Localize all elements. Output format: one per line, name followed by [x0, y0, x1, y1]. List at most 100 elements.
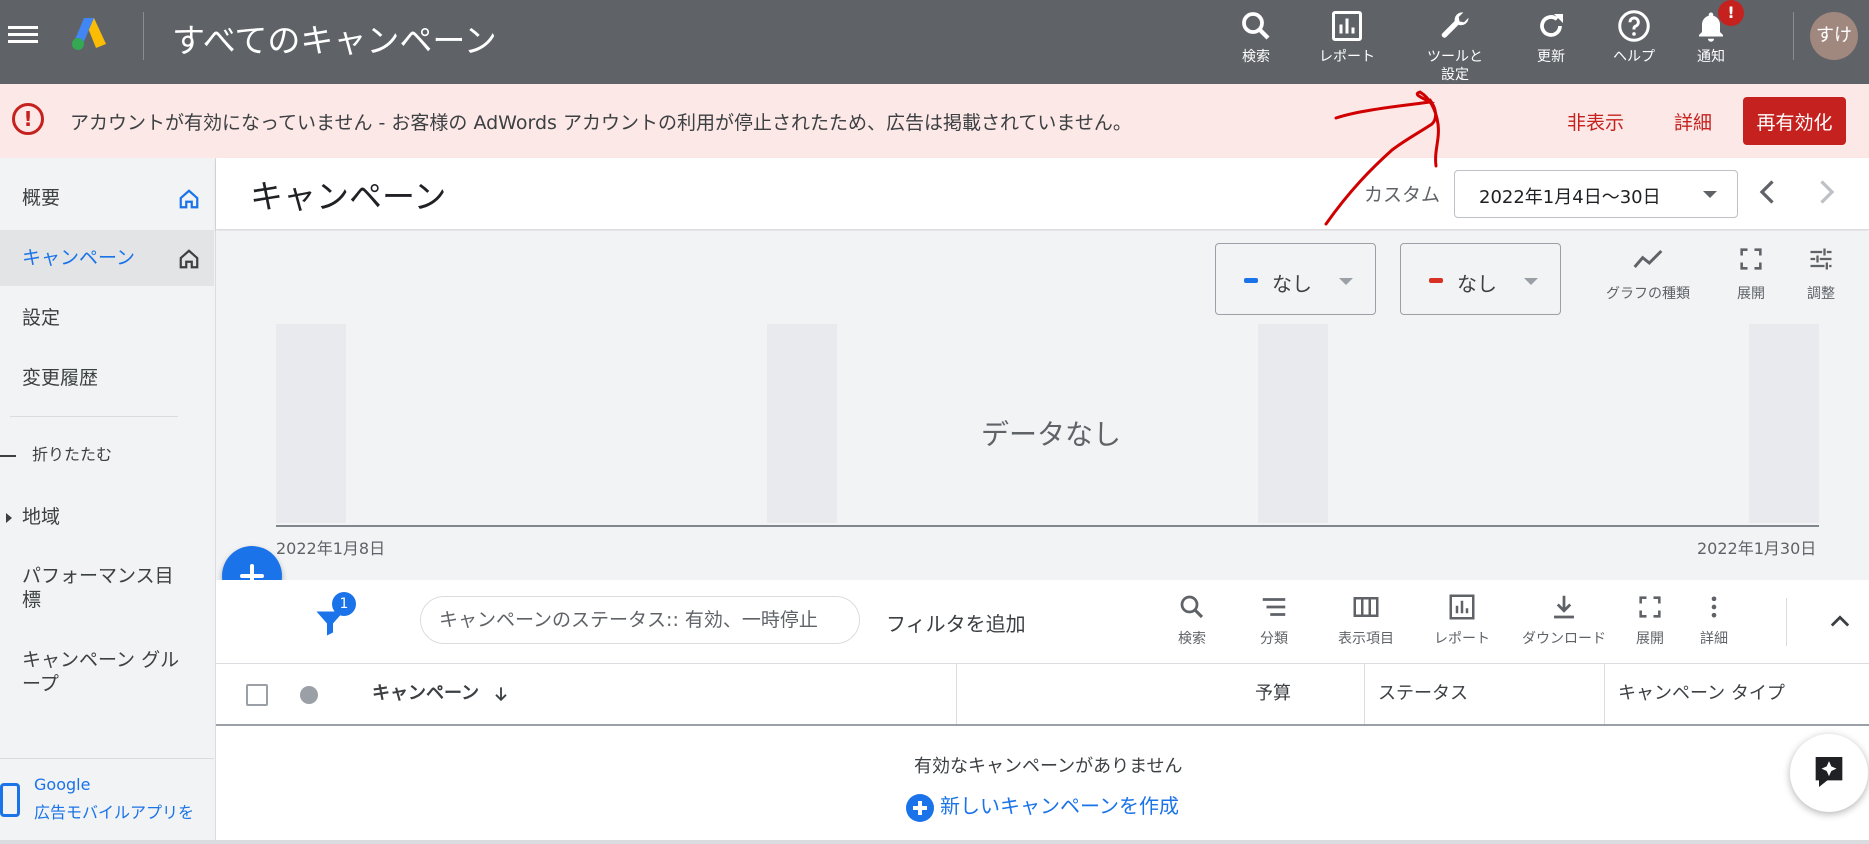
sidebar-item-campaigns[interactable]: キャンペーン	[0, 230, 214, 286]
create-campaign-link[interactable]: 新しいキャンペーンを作成	[906, 790, 1179, 822]
mobile-app-promo[interactable]: Google 広告モバイルアプリを	[0, 758, 214, 822]
avatar[interactable]: すけ	[1810, 12, 1858, 60]
arrow-down-icon	[495, 687, 508, 702]
metric2-swatch	[1429, 278, 1443, 283]
sidebar-item-label: 設定	[22, 307, 61, 329]
column-header-campaign[interactable]: キャンペーン	[372, 664, 511, 724]
chart-type-button[interactable]: グラフの種類	[1600, 245, 1696, 303]
column-header-campaign-type[interactable]: キャンペーン タイプ	[1618, 664, 1785, 724]
wrench-icon	[1441, 12, 1469, 38]
home-icon	[179, 249, 199, 269]
sidebar-item-settings[interactable]: 設定	[0, 290, 214, 346]
metric2-label: なし	[1457, 272, 1497, 296]
sidebar-item-campaign-groups[interactable]: キャンペーン グループ	[22, 648, 192, 696]
previous-period-icon[interactable]	[1750, 174, 1786, 210]
help-icon	[1618, 10, 1650, 42]
add-filter-button[interactable]: フィルタを追加	[886, 608, 1026, 637]
chart-adjust-button[interactable]: 調整	[1796, 245, 1846, 303]
top-app-bar: すべてのキャンペーン 検索 レポート ツールと 設定 更新 ヘルプ ! 通知 す…	[0, 0, 1869, 84]
sidebar-divider	[10, 416, 178, 417]
table-search-label: 検索	[1178, 631, 1206, 647]
table-expand-label: 展開	[1636, 631, 1664, 647]
segment-button[interactable]: 分類	[1244, 592, 1304, 648]
sidebar-item-performance-goals[interactable]: パフォーマンス目標	[22, 564, 192, 612]
mobile-app-line1: Google	[34, 775, 91, 794]
assistant-sparkle-button[interactable]	[1790, 734, 1868, 812]
campaign-table-header: キャンペーン 予算 ステータス キャンペーン タイプ	[216, 664, 1869, 726]
chart-line-icon	[1633, 249, 1663, 268]
topbar-refresh-button[interactable]: 更新	[1506, 8, 1596, 66]
topbar-search-label: 検索	[1242, 49, 1270, 65]
home-icon	[179, 189, 199, 209]
hide-alert-link[interactable]: 非表示	[1567, 108, 1624, 135]
more-vert-icon	[1711, 596, 1717, 618]
alert-details-link[interactable]: 詳細	[1674, 108, 1712, 135]
collapse-toggle[interactable]: 折りたたむ	[0, 441, 112, 465]
column-divider	[1364, 664, 1365, 724]
chart-gridband	[1258, 324, 1328, 523]
next-period-icon[interactable]	[1808, 174, 1844, 210]
download-button[interactable]: ダウンロード	[1514, 592, 1614, 648]
topbar-search-button[interactable]: 検索	[1211, 8, 1301, 66]
segment-icon	[1262, 598, 1286, 616]
topbar-divider	[143, 12, 144, 60]
metric1-label: なし	[1272, 272, 1312, 296]
chevron-down-icon	[1524, 278, 1538, 285]
filter-chip-campaign-status[interactable]: キャンペーンのステータス:: 有効、一時停止	[420, 596, 860, 644]
report-icon	[1449, 594, 1475, 620]
tune-icon	[1810, 248, 1832, 270]
no-data-message: データなし	[981, 418, 1122, 451]
chart-gridband	[767, 324, 837, 523]
sidebar-item-overview[interactable]: 概要	[0, 170, 214, 226]
select-all-checkbox[interactable]	[246, 684, 268, 706]
expand-arrow-icon	[6, 512, 12, 523]
more-options-button[interactable]: 詳細	[1692, 592, 1736, 648]
menu-icon[interactable]	[8, 22, 38, 48]
chevron-up-icon[interactable]	[1826, 608, 1854, 636]
google-ads-logo	[72, 18, 106, 50]
chart-adjust-label: 調整	[1807, 286, 1835, 302]
notification-badge: !	[1718, 0, 1744, 26]
topbar-tools-button[interactable]: ツールと 設定	[1410, 8, 1500, 84]
sidebar-item-label: 地域	[22, 506, 61, 528]
alert-message: アカウントが有効になっていません - お客様の AdWords アカウントの利用…	[70, 112, 1132, 134]
metric2-dropdown[interactable]: なし	[1400, 243, 1561, 315]
reactivate-button[interactable]: 再有効化	[1743, 97, 1846, 145]
date-range-picker[interactable]: 2022年1月4日～30日	[1454, 170, 1738, 218]
column-header-label: キャンペーン	[372, 683, 480, 704]
topbar-notification-button[interactable]: ! 通知	[1666, 0, 1756, 66]
column-divider	[1604, 664, 1605, 724]
column-divider	[956, 664, 957, 724]
expand-icon	[1639, 596, 1661, 618]
sidebar-item-change-history[interactable]: 変更履歴	[0, 350, 214, 406]
table-search-button[interactable]: 検索	[1162, 592, 1222, 648]
sidebar-item-region[interactable]: 地域	[0, 502, 60, 529]
download-label: ダウンロード	[1522, 631, 1606, 647]
chart-gridband	[1749, 324, 1819, 523]
collapse-icon	[0, 454, 16, 457]
report-icon	[1332, 11, 1362, 41]
table-toolbar: 1 キャンペーンのステータス:: 有効、一時停止 フィルタを追加 検索 分類 表…	[216, 580, 1869, 664]
table-report-label: レポート	[1434, 631, 1490, 647]
table-report-button[interactable]: レポート	[1422, 592, 1502, 648]
topbar-divider-right	[1793, 12, 1794, 60]
columns-button[interactable]: 表示項目	[1316, 592, 1416, 648]
account-alert-banner: ! アカウントが有効になっていません - お客様の AdWords アカウントの…	[0, 84, 1869, 158]
download-icon	[1554, 595, 1574, 619]
table-expand-button[interactable]: 展開	[1628, 592, 1672, 648]
chart-expand-button[interactable]: 展開	[1726, 245, 1776, 303]
metric1-dropdown[interactable]: なし	[1215, 243, 1376, 315]
topbar-report-button[interactable]: レポート	[1302, 8, 1392, 66]
x-axis-tick-end: 2022年1月30日	[1697, 539, 1817, 558]
topbar-tools-label: ツールと 設定	[1427, 49, 1483, 83]
phone-download-icon	[0, 783, 20, 817]
metric1-swatch	[1244, 278, 1258, 283]
columns-label: 表示項目	[1338, 631, 1394, 647]
empty-table-message: 有効なキャンペーンがありません	[914, 756, 1183, 777]
sidebar-item-label: 変更履歴	[22, 367, 99, 389]
column-header-budget[interactable]: 予算	[1255, 664, 1291, 724]
status-column-icon	[300, 686, 318, 704]
date-range-value: 2022年1月4日～30日	[1479, 187, 1661, 208]
column-header-status[interactable]: ステータス	[1378, 664, 1468, 724]
error-icon: !	[12, 103, 44, 135]
